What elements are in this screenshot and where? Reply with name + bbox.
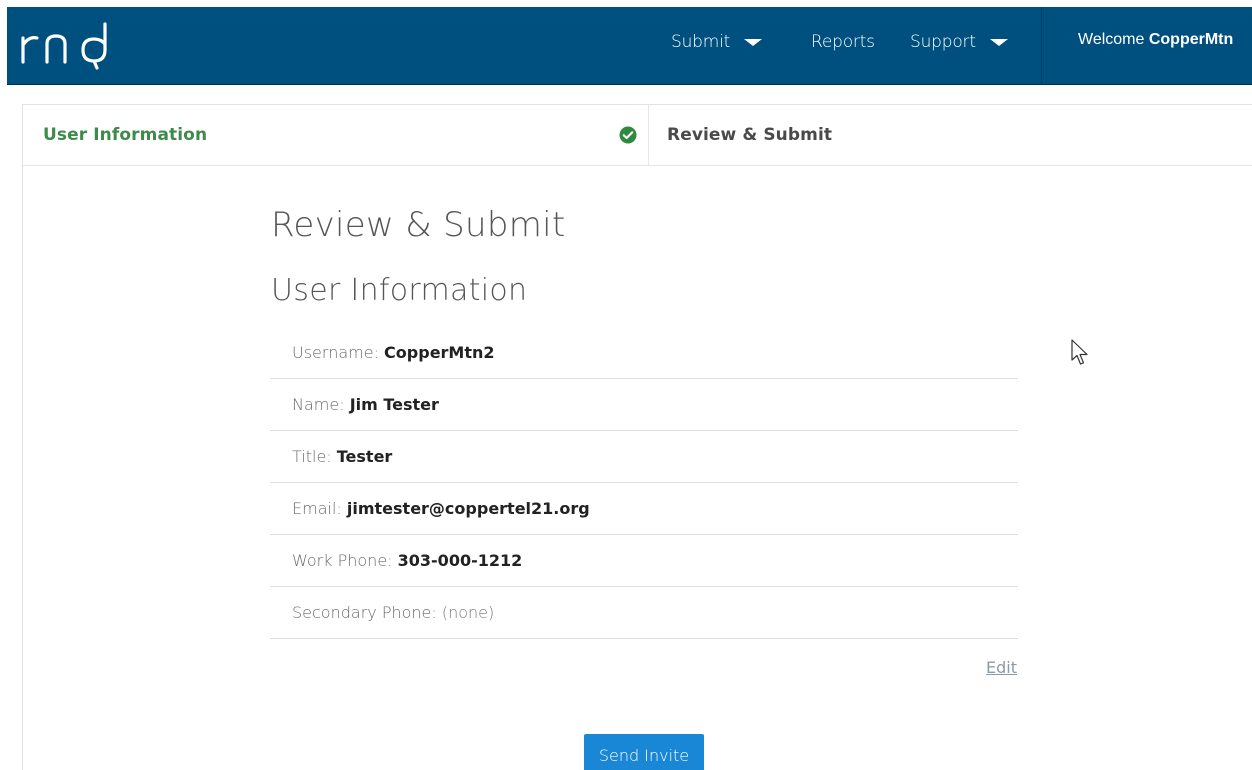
field-value: Jim Tester [349, 395, 439, 414]
edit-link[interactable]: Edit [986, 658, 1017, 677]
chevron-down-icon [989, 38, 1008, 46]
field-value: Tester [336, 447, 393, 466]
step-label: User Information [43, 125, 208, 145]
list-item-name: Name: Jim Tester [270, 379, 1018, 431]
chevron-down-icon [744, 38, 763, 46]
user-info-list: Username: CopperMtn2 Name: Jim Tester Ti… [270, 327, 1018, 639]
list-item-username: Username: CopperMtn2 [270, 327, 1018, 379]
field-label: Title: [292, 447, 337, 466]
list-item-work-phone: Work Phone: 303-000-1212 [270, 535, 1018, 587]
step-review-submit[interactable]: Review & Submit [650, 105, 1252, 165]
field-value: jimtester@coppertel21.org [346, 499, 590, 518]
field-label: Work Phone: [292, 551, 398, 570]
page-title: Review & Submit [271, 205, 566, 245]
step-label: Review & Submit [667, 125, 833, 145]
rnd-logo[interactable] [17, 18, 117, 70]
welcome-username: CopperMtn [1148, 31, 1234, 48]
wizard-card: User Information Review & Submit Review … [22, 104, 1252, 770]
field-value: (none) [441, 603, 495, 622]
nav-reports-link[interactable]: Reports [811, 31, 875, 53]
send-invite-button[interactable]: Send Invite [584, 734, 704, 770]
nav-reports-label: Reports [811, 32, 875, 52]
step-user-information[interactable]: User Information [23, 105, 649, 165]
check-circle-icon [619, 126, 637, 144]
nav-support-menu[interactable]: Support [910, 31, 1008, 53]
welcome-user-menu[interactable]: Welcome CopperMtn [1078, 31, 1233, 49]
field-value: CopperMtn2 [384, 343, 495, 362]
wizard-steps: User Information Review & Submit [23, 105, 1252, 166]
welcome-prefix: Welcome [1078, 31, 1145, 48]
mouse-pointer-icon [1071, 339, 1088, 365]
section-title: User Information [271, 273, 528, 308]
field-label: Email: [292, 499, 347, 518]
nav-support-label: Support [910, 32, 976, 52]
top-navigation-bar: Submit Reports Support Welcome CopperMtn [7, 7, 1252, 85]
list-item-secondary-phone: Secondary Phone: (none) [270, 587, 1018, 639]
nav-submit-menu[interactable]: Submit [671, 31, 763, 53]
field-label: Name: [292, 395, 350, 414]
nav-divider [1041, 7, 1042, 85]
list-item-email: Email: jimtester@coppertel21.org [270, 483, 1018, 535]
field-label: Secondary Phone: [292, 603, 442, 622]
list-item-title: Title: Tester [270, 431, 1018, 483]
nav-submit-label: Submit [671, 32, 731, 52]
field-label: Username: [292, 343, 385, 362]
field-value: 303-000-1212 [397, 551, 523, 570]
